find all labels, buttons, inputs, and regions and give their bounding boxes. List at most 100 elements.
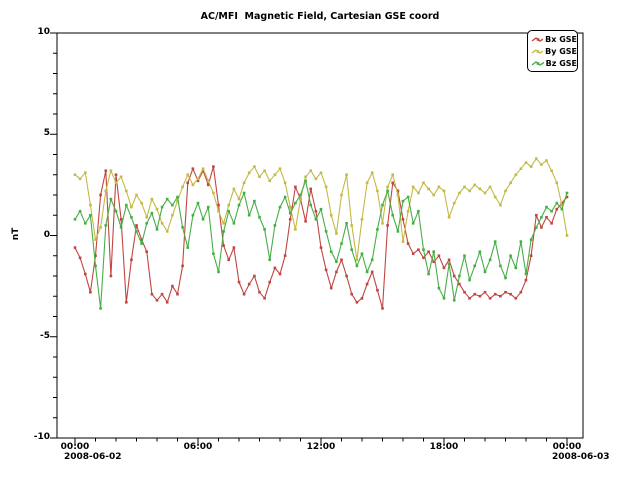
data-point-marker	[535, 157, 538, 160]
series-bx-gse-markers	[74, 165, 569, 309]
data-point-marker	[274, 173, 277, 176]
data-point-marker	[345, 275, 348, 278]
data-point-marker	[356, 265, 359, 268]
data-point-marker	[530, 238, 533, 241]
data-point-marker	[330, 287, 333, 290]
y-tick-label: 5	[0, 128, 50, 138]
data-point-marker	[248, 171, 251, 174]
data-point-marker	[422, 182, 425, 185]
data-point-marker	[181, 265, 184, 268]
data-point-marker	[212, 192, 215, 195]
data-point-marker	[550, 210, 553, 213]
data-point-marker	[99, 194, 102, 197]
data-point-marker	[222, 230, 225, 233]
data-point-marker	[166, 301, 169, 304]
data-point-marker	[417, 248, 420, 251]
data-point-marker	[294, 202, 297, 205]
data-point-marker	[366, 182, 369, 185]
data-point-marker	[207, 180, 210, 183]
data-point-marker	[289, 206, 292, 209]
data-point-marker	[289, 212, 292, 215]
data-point-marker	[320, 208, 323, 211]
data-point-marker	[161, 293, 164, 296]
data-point-marker	[304, 180, 307, 183]
data-point-marker	[412, 222, 415, 225]
data-point-marker	[192, 167, 195, 170]
data-point-marker	[479, 295, 482, 298]
data-point-marker	[438, 254, 441, 257]
data-point-marker	[479, 188, 482, 191]
data-point-marker	[74, 218, 77, 221]
data-point-marker	[151, 212, 154, 215]
data-point-marker	[115, 173, 118, 176]
data-point-marker	[243, 192, 246, 195]
x-axis-start-date: 2008-06-02	[64, 452, 122, 462]
data-point-marker	[335, 271, 338, 274]
data-point-marker	[192, 184, 195, 187]
x-tick-label: 12:00	[299, 442, 343, 452]
magnetic-field-plot	[0, 0, 640, 480]
data-point-marker	[473, 184, 476, 187]
y-tick-label: 0	[0, 230, 50, 240]
data-point-marker	[309, 204, 312, 207]
data-point-marker	[145, 216, 148, 219]
data-point-marker	[258, 291, 261, 294]
data-point-marker	[335, 261, 338, 264]
data-point-marker	[366, 283, 369, 286]
data-point-marker	[566, 234, 569, 237]
data-point-marker	[130, 259, 133, 262]
data-point-marker	[99, 226, 102, 229]
data-point-marker	[115, 182, 118, 185]
data-point-marker	[432, 250, 435, 253]
data-point-marker	[432, 194, 435, 197]
data-point-marker	[520, 240, 523, 243]
data-point-marker	[130, 216, 133, 219]
data-point-marker	[427, 273, 430, 276]
data-point-marker	[391, 173, 394, 176]
data-point-marker	[309, 188, 312, 191]
data-point-marker	[151, 293, 154, 296]
data-point-marker	[248, 283, 251, 286]
data-point-marker	[345, 173, 348, 176]
x-tick-label: 18:00	[422, 442, 466, 452]
data-point-marker	[468, 190, 471, 193]
data-point-marker	[525, 161, 528, 164]
data-point-marker	[186, 182, 189, 185]
data-point-marker	[115, 210, 118, 213]
data-point-marker	[499, 295, 502, 298]
data-point-marker	[479, 250, 482, 253]
data-point-marker	[89, 204, 92, 207]
data-point-marker	[345, 222, 348, 225]
data-point-marker	[320, 171, 323, 174]
data-point-marker	[161, 222, 164, 225]
data-point-marker	[125, 190, 128, 193]
data-point-marker	[386, 190, 389, 193]
data-point-marker	[315, 210, 318, 213]
data-point-marker	[438, 287, 441, 290]
data-point-marker	[120, 218, 123, 221]
plot-frame	[57, 33, 583, 438]
data-point-marker	[304, 176, 307, 179]
data-point-marker	[130, 206, 133, 209]
data-point-marker	[151, 198, 154, 201]
data-point-marker	[453, 202, 456, 205]
data-point-marker	[176, 293, 179, 296]
data-point-marker	[279, 206, 282, 209]
x-tick-label: 00:00	[545, 442, 589, 452]
data-point-marker	[197, 178, 200, 181]
data-point-marker	[320, 246, 323, 249]
data-point-marker	[161, 206, 164, 209]
data-point-marker	[540, 163, 543, 166]
data-point-marker	[489, 297, 492, 300]
x-axis-end-date: 2008-06-03	[552, 452, 610, 462]
data-point-marker	[458, 283, 461, 286]
data-point-marker	[561, 208, 564, 211]
data-point-marker	[473, 265, 476, 268]
legend-item: By GSE	[531, 45, 577, 57]
data-point-marker	[350, 224, 353, 227]
data-point-marker	[156, 208, 159, 211]
data-point-marker	[197, 202, 200, 205]
x-tick-label: 06:00	[176, 442, 220, 452]
data-point-marker	[422, 248, 425, 251]
data-point-marker	[238, 281, 241, 284]
